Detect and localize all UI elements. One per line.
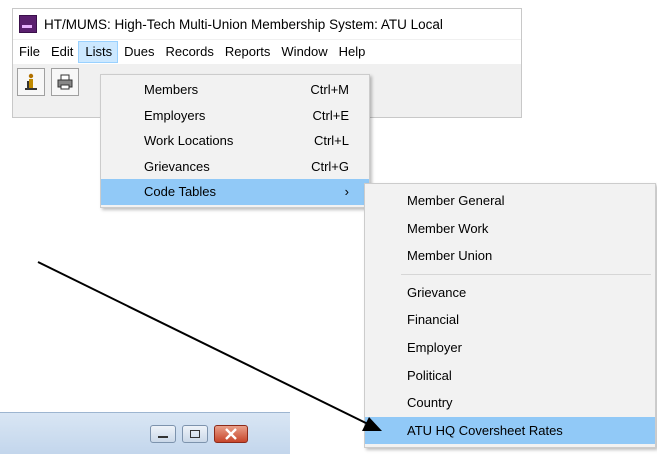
annotation-arrow-icon (37, 261, 382, 431)
